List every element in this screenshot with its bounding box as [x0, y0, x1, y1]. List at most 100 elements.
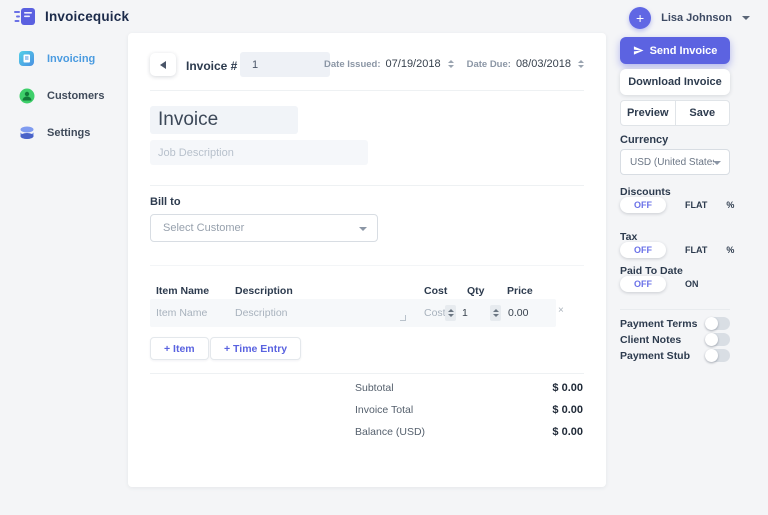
divider — [150, 373, 584, 374]
date-issued-value[interactable]: 07/19/2018 — [386, 58, 441, 70]
panel-divider — [620, 309, 730, 310]
customers-icon — [18, 87, 35, 104]
paid-to-date-options: OFF ON — [620, 276, 699, 292]
send-paper-plane-icon — [633, 45, 644, 56]
item-description-input[interactable]: Description — [235, 307, 288, 319]
qty-stepper-icon[interactable] — [490, 305, 501, 321]
invoice-total-label: Invoice Total — [355, 404, 413, 416]
client-notes-label: Client Notes — [620, 334, 681, 346]
client-notes-toggle[interactable] — [705, 333, 730, 346]
date-due-value[interactable]: 08/03/2018 — [516, 58, 571, 70]
discounts-flat-option[interactable]: FLAT — [685, 200, 707, 210]
settings-icon — [18, 124, 35, 141]
invoice-number-input[interactable] — [240, 52, 330, 77]
textarea-resize-handle-icon[interactable] — [400, 315, 406, 321]
invoicing-icon — [18, 50, 35, 67]
item-cost-input[interactable]: Cost — [424, 307, 446, 319]
sidebar-item-customers[interactable]: Customers — [0, 81, 128, 110]
customer-select[interactable]: Select Customer — [150, 214, 378, 242]
download-invoice-button[interactable]: Download Invoice — [620, 69, 730, 95]
divider — [150, 90, 584, 91]
paid-to-date-on-option[interactable]: ON — [685, 279, 699, 289]
tax-options: OFF FLAT % — [620, 242, 734, 258]
invoice-total-row: Invoice Total $ 0.00 — [355, 404, 583, 416]
payment-stub-toggle[interactable] — [705, 349, 730, 362]
column-header-cost: Cost — [424, 285, 447, 297]
divider — [150, 185, 584, 186]
subtotal-row: Subtotal $ 0.00 — [355, 382, 583, 394]
sidebar-label-invoicing: Invoicing — [47, 53, 95, 65]
discounts-options: OFF FLAT % — [620, 197, 734, 213]
sidebar: Invoicing Customers Settings — [0, 44, 128, 155]
currency-label: Currency — [620, 134, 668, 146]
sidebar-label-settings: Settings — [47, 127, 90, 139]
invoice-dates: Date Issued: 07/19/2018 Date Due: 08/03/… — [324, 58, 586, 70]
add-new-button[interactable]: + — [629, 7, 651, 29]
user-name[interactable]: Lisa Johnson — [661, 12, 732, 24]
discounts-percent-option[interactable]: % — [726, 200, 734, 210]
invoice-card: Invoice # Date Issued: 07/19/2018 Date D… — [128, 33, 606, 487]
currency-select[interactable]: USD (United States ... — [620, 149, 730, 175]
user-menu-chevron-down-icon[interactable] — [742, 16, 750, 20]
paid-to-date-off-option[interactable]: OFF — [620, 276, 666, 292]
job-description-input[interactable] — [150, 140, 368, 165]
tax-off-option[interactable]: OFF — [620, 242, 666, 258]
tax-percent-option[interactable]: % — [726, 245, 734, 255]
bill-to-label: Bill to — [150, 196, 181, 208]
back-arrow-icon — [160, 61, 166, 69]
payment-stub-row: Payment Stub — [620, 349, 730, 362]
add-item-button[interactable]: + Item — [150, 337, 209, 360]
payment-terms-label: Payment Terms — [620, 318, 697, 330]
sidebar-item-settings[interactable]: Settings — [0, 118, 128, 147]
column-header-item-name: Item Name — [156, 285, 209, 297]
remove-row-icon[interactable]: × — [558, 305, 564, 316]
user-area: + Lisa Johnson — [629, 7, 750, 29]
toggle-knob — [705, 317, 718, 330]
subtotal-value: $ 0.00 — [552, 382, 583, 394]
sidebar-item-invoicing[interactable]: Invoicing — [0, 44, 128, 73]
customer-select-value: Select Customer — [163, 222, 244, 234]
item-row: Item Name Description Cost 1 0.00 — [150, 299, 556, 327]
preview-save-group: Preview Save — [620, 100, 730, 126]
item-price-value[interactable]: 0.00 — [508, 307, 528, 319]
sidebar-label-customers: Customers — [47, 90, 104, 102]
balance-label: Balance (USD) — [355, 426, 425, 438]
toggle-knob — [705, 349, 718, 362]
date-issued-stepper-icon[interactable] — [448, 60, 454, 68]
currency-select-caret-icon — [713, 161, 721, 165]
payment-terms-row: Payment Terms — [620, 317, 730, 330]
item-name-input[interactable]: Item Name — [156, 307, 207, 319]
balance-row: Balance (USD) $ 0.00 — [355, 426, 583, 438]
column-header-qty: Qty — [467, 285, 485, 297]
column-header-price: Price — [507, 285, 533, 297]
brand-name: Invoicequick — [45, 9, 129, 24]
balance-value: $ 0.00 — [552, 426, 583, 438]
client-notes-row: Client Notes — [620, 333, 730, 346]
brand: Invoicequick — [14, 7, 129, 26]
top-bar: Invoicequick + Lisa Johnson — [0, 0, 768, 32]
save-button[interactable]: Save — [676, 101, 730, 125]
column-header-description: Description — [235, 285, 293, 297]
send-invoice-label: Send Invoice — [650, 45, 718, 57]
preview-button[interactable]: Preview — [621, 101, 675, 125]
toggle-knob — [705, 333, 718, 346]
date-due-stepper-icon[interactable] — [578, 60, 584, 68]
tax-flat-option[interactable]: FLAT — [685, 245, 707, 255]
customer-select-caret-icon — [359, 227, 367, 231]
invoice-total-value: $ 0.00 — [552, 404, 583, 416]
currency-select-value: USD (United States ... — [630, 157, 714, 168]
back-button[interactable] — [150, 53, 176, 76]
invoice-title-input[interactable] — [150, 106, 298, 134]
payment-terms-toggle[interactable] — [705, 317, 730, 330]
cost-stepper-icon[interactable] — [445, 305, 456, 321]
payment-stub-label: Payment Stub — [620, 350, 690, 362]
date-due-label: Date Due: — [467, 59, 511, 70]
date-issued-label: Date Issued: — [324, 59, 381, 70]
divider — [150, 265, 584, 266]
add-time-entry-button[interactable]: + Time Entry — [210, 337, 301, 360]
send-invoice-button[interactable]: Send Invoice — [620, 37, 730, 64]
item-qty-input[interactable]: 1 — [462, 307, 468, 319]
subtotal-label: Subtotal — [355, 382, 394, 394]
invoicequick-logo-icon — [14, 7, 37, 26]
discounts-off-option[interactable]: OFF — [620, 197, 666, 213]
